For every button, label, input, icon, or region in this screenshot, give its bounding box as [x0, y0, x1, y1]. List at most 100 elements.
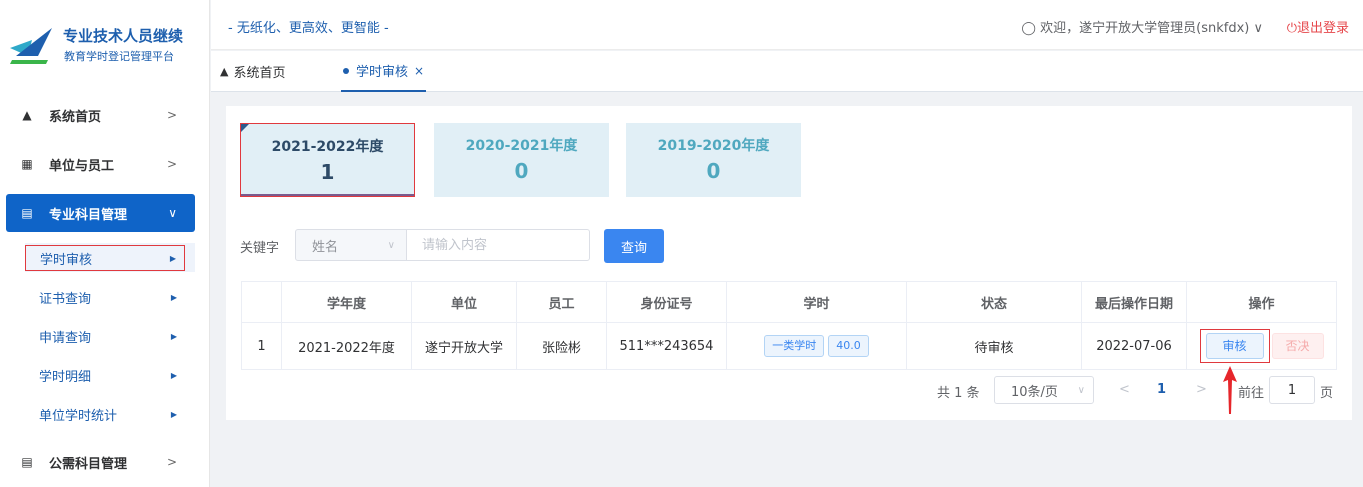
- subitem-hour-audit[interactable]: 学时审核 ▶: [25, 245, 185, 271]
- logout-label: 退出登录: [1296, 21, 1349, 36]
- tab-hour-audit[interactable]: 学时审核 ×: [341, 51, 427, 92]
- user-greeting: 欢迎，遂宁开放大学管理员(snkfdx): [1040, 21, 1250, 36]
- year-card[interactable]: 2021-2022年度 1: [240, 123, 415, 197]
- logout-link[interactable]: ⏻退出登录: [1287, 17, 1349, 36]
- select-value: 姓名: [312, 239, 339, 255]
- caret-right-icon: ▶: [169, 253, 176, 263]
- chevron-right-icon: >: [166, 455, 177, 469]
- subitem-unit-hour-stats[interactable]: 单位学时统计 ▶: [25, 401, 185, 427]
- cell-status: 待审核: [906, 322, 1082, 370]
- search-input[interactable]: [406, 229, 590, 261]
- table-header-row: 学年度 单位 员工 身份证号 学时 状态 最后操作日期 操作: [241, 281, 1337, 323]
- caret-right-icon: ▶: [170, 409, 177, 419]
- reject-button[interactable]: 否决: [1271, 333, 1324, 359]
- chevron-down-icon: ∨: [1077, 384, 1085, 396]
- document-icon: ▤: [21, 206, 33, 220]
- chevron-down-icon: ∨: [387, 239, 395, 251]
- sidebar-item-public[interactable]: ▤ 公需科目管理 >: [6, 443, 195, 481]
- audit-highlight: 审核: [1199, 329, 1270, 363]
- subitem-label: 申请查询: [39, 330, 92, 346]
- pagination-total: 共 1 条: [937, 386, 980, 401]
- tab-bar: ▲ 系统首页 学时审核 ×: [211, 51, 1363, 92]
- keyword-label: 关键字: [240, 241, 280, 256]
- top-header: - 无纸化、更高效、更智能 - ◯ 欢迎，遂宁开放大学管理员(snkfdx) ∨…: [211, 0, 1363, 50]
- caret-right-icon: ▶: [170, 370, 177, 380]
- logo-icon: [10, 28, 52, 64]
- year-count: 1: [320, 160, 335, 184]
- subitem-label: 学时明细: [39, 369, 92, 385]
- annotation-arrow-icon: [1223, 366, 1237, 414]
- home-icon: ▲: [220, 65, 229, 78]
- column-header: 身份证号: [606, 281, 727, 323]
- user-icon: ◯: [1021, 21, 1036, 36]
- page-size-select[interactable]: 10条/页 ∨: [994, 376, 1094, 404]
- power-icon: ⏻: [1286, 21, 1297, 36]
- home-icon: ▲: [22, 108, 32, 122]
- table-row: 1 2021-2022年度 遂宁开放大学 张险彬 511***243654 一类…: [241, 322, 1337, 370]
- search-button[interactable]: 查询: [604, 229, 664, 263]
- subitem-label: 学时审核: [40, 252, 93, 268]
- caret-right-icon: ▶: [170, 292, 177, 302]
- sidebar-item-label: 系统首页: [49, 109, 102, 125]
- cell-unit: 遂宁开放大学: [411, 322, 517, 370]
- year-card[interactable]: 2020-2021年度 0: [434, 123, 609, 197]
- user-menu[interactable]: ◯ 欢迎，遂宁开放大学管理员(snkfdx) ∨: [1021, 17, 1263, 36]
- cell-employee: 张险彬: [516, 322, 607, 370]
- sidebar-item-label: 公需科目管理: [49, 456, 128, 472]
- cell-year: 2021-2022年度: [281, 322, 412, 370]
- subitem-label: 证书查询: [39, 291, 92, 307]
- search-field-select[interactable]: 姓名 ∨: [295, 229, 407, 261]
- caret-right-icon: ▶: [170, 331, 177, 341]
- cell-hours: 一类学时 40.0: [726, 322, 907, 370]
- audit-table: 学年度 单位 员工 身份证号 学时 状态 最后操作日期 操作 1 2021-20…: [241, 281, 1337, 370]
- column-header: 学时: [726, 281, 907, 323]
- sidebar-item-label: 专业科目管理: [49, 207, 128, 223]
- tab-label: 学时审核: [356, 65, 409, 80]
- column-header: 状态: [906, 281, 1082, 323]
- row-index: 1: [241, 322, 282, 370]
- cell-date: 2022-07-06: [1081, 322, 1187, 370]
- chevron-right-icon: >: [166, 108, 177, 122]
- subitem-certificate-query[interactable]: 证书查询 ▶: [25, 284, 185, 310]
- column-header: 操作: [1186, 281, 1337, 323]
- sidebar-item-professional[interactable]: ▤ 专业科目管理 ∨: [6, 194, 195, 232]
- next-page-icon[interactable]: >: [1196, 382, 1207, 410]
- cell-id-number: 511***243654: [606, 322, 727, 370]
- building-icon: ▦: [21, 157, 33, 171]
- sidebar-item-home[interactable]: ▲ 系统首页 >: [6, 96, 195, 134]
- year-count: 0: [706, 159, 721, 183]
- subitem-label: 单位学时统计: [39, 408, 118, 424]
- close-icon[interactable]: ×: [414, 64, 424, 78]
- sidebar-item-units[interactable]: ▦ 单位与员工 >: [6, 145, 195, 183]
- year-card[interactable]: 2019-2020年度 0: [626, 123, 801, 197]
- column-header: 最后操作日期: [1081, 281, 1187, 323]
- document-icon: ▤: [21, 455, 33, 469]
- brand-subtitle: 教育学时登记管理平台: [64, 50, 174, 63]
- page-number[interactable]: 1: [1157, 382, 1166, 410]
- year-label: 2020-2021年度: [465, 138, 578, 154]
- tab-label: 系统首页: [233, 66, 286, 81]
- slogan: - 无纸化、更高效、更智能 -: [228, 21, 389, 36]
- chevron-right-icon: >: [166, 157, 177, 171]
- sidebar: 专业技术人员继续 教育学时登记管理平台 ▲ 系统首页 > ▦ 单位与员工 > ▤…: [0, 0, 210, 487]
- chevron-down-icon: ∨: [1253, 21, 1263, 36]
- year-label: 2019-2020年度: [657, 138, 770, 154]
- hour-value-tag: 40.0: [828, 335, 869, 357]
- column-header: 学年度: [281, 281, 412, 323]
- column-header: [241, 281, 282, 323]
- sidebar-item-label: 单位与员工: [49, 158, 115, 174]
- year-count: 0: [514, 159, 529, 183]
- audit-button[interactable]: 审核: [1205, 333, 1264, 359]
- cell-actions: 审核 否决: [1186, 322, 1337, 370]
- column-header: 单位: [411, 281, 517, 323]
- prev-page-icon[interactable]: <: [1119, 382, 1130, 410]
- subitem-hour-detail[interactable]: 学时明细 ▶: [25, 362, 185, 388]
- chevron-down-icon: ∨: [168, 206, 177, 220]
- year-label: 2021-2022年度: [271, 139, 384, 155]
- logo: 专业技术人员继续 教育学时登记管理平台: [0, 0, 210, 80]
- goto-label: 前往: [1238, 386, 1265, 401]
- brand-title: 专业技术人员继续: [63, 27, 184, 45]
- subitem-application-query[interactable]: 申请查询 ▶: [25, 323, 185, 349]
- goto-page-input[interactable]: [1269, 376, 1315, 404]
- tab-home[interactable]: ▲ 系统首页: [220, 51, 285, 92]
